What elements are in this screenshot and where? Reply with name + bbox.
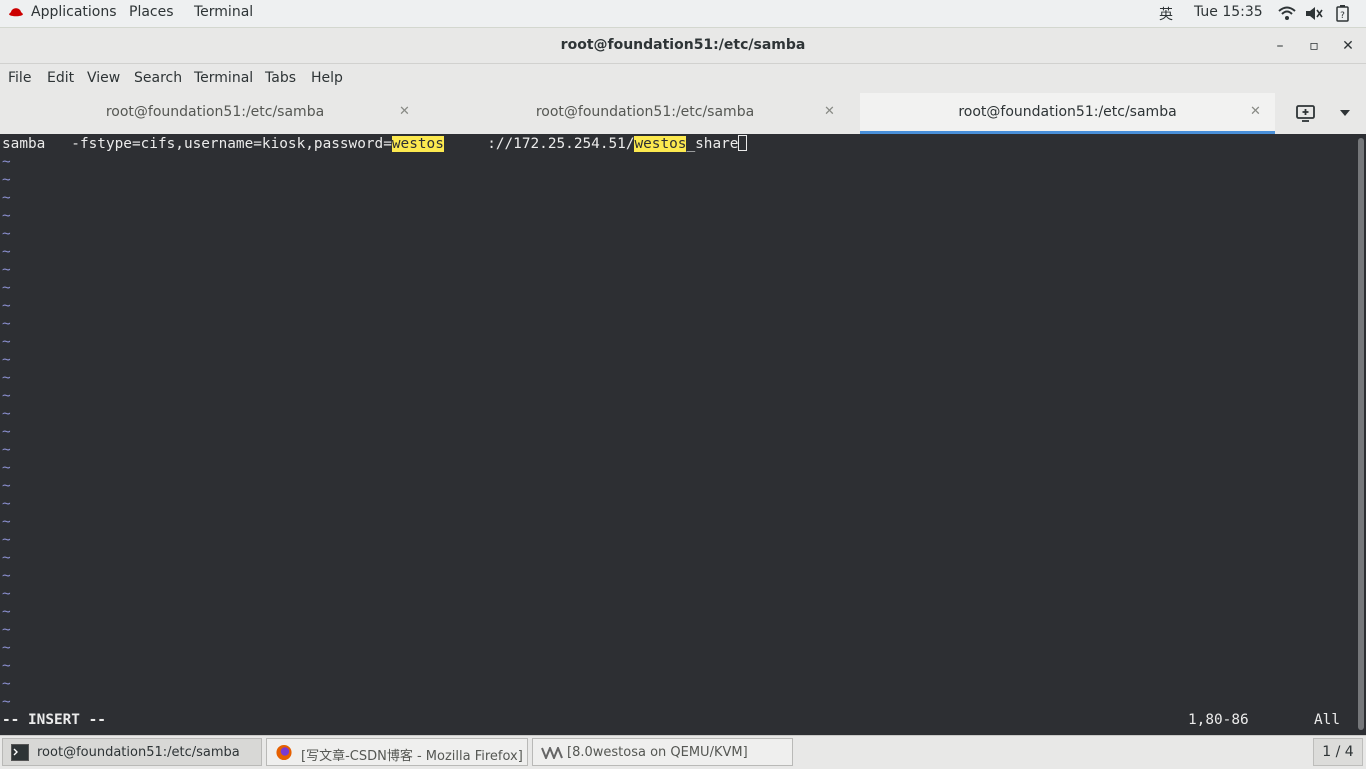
tab-close-icon[interactable]: ✕: [1250, 104, 1261, 119]
scroll-position: All: [1314, 712, 1340, 728]
tilde-marker: ~: [2, 694, 11, 710]
vim-mode-indicator: -- INSERT --: [2, 712, 106, 728]
search-highlight: westos: [634, 136, 687, 152]
menu-file[interactable]: File: [8, 70, 31, 86]
tab-3[interactable]: root@foundation51:/etc/samba ✕: [860, 93, 1275, 134]
tilde-marker: ~: [2, 460, 11, 476]
tilde-marker: ~: [2, 568, 11, 584]
tilde-marker: ~: [2, 496, 11, 512]
menu-tabs[interactable]: Tabs: [265, 70, 296, 86]
wifi-icon[interactable]: [1278, 6, 1296, 21]
tilde-marker: ~: [2, 316, 11, 332]
tilde-marker: ~: [2, 658, 11, 674]
tilde-marker: ~: [2, 262, 11, 278]
search-highlight: westos: [391, 136, 444, 152]
tilde-marker: ~: [2, 298, 11, 314]
applications-menu[interactable]: Applications: [31, 4, 117, 20]
taskbar-item-vm[interactable]: [8.0westosa on QEMU/KVM]: [532, 738, 793, 766]
tilde-marker: ~: [2, 406, 11, 422]
tilde-marker: ~: [2, 334, 11, 350]
tilde-marker: ~: [2, 208, 11, 224]
places-menu[interactable]: Places: [129, 4, 174, 20]
terminal-view[interactable]: samba -fstype=cifs,username=kiosk,passwo…: [0, 134, 1356, 735]
tab-label: root@foundation51:/etc/samba: [105, 104, 325, 120]
editor-line-1: samba -fstype=cifs,username=kiosk,passwo…: [2, 135, 748, 153]
window-title: root@foundation51:/etc/samba: [560, 37, 806, 53]
tab-close-icon[interactable]: ✕: [824, 104, 835, 119]
terminal-icon: [11, 744, 29, 761]
taskbar-item-firefox[interactable]: [写文章-CSDN博客 - Mozilla Firefox]: [266, 738, 528, 766]
menu-help[interactable]: Help: [311, 70, 343, 86]
firefox-icon: [276, 744, 292, 761]
tab-bar: root@foundation51:/etc/samba ✕ root@foun…: [0, 93, 1366, 135]
tilde-marker: ~: [2, 676, 11, 692]
virt-manager-icon: [541, 747, 563, 759]
close-window-button[interactable]: ✕: [1340, 38, 1356, 54]
bottom-taskbar: root@foundation51:/etc/samba [写文章-CSDN博客…: [0, 735, 1366, 769]
tilde-marker: ~: [2, 640, 11, 656]
clock[interactable]: Tue 15:35: [1194, 4, 1263, 20]
tilde-marker: ~: [2, 550, 11, 566]
tilde-marker: ~: [2, 226, 11, 242]
text-cursor: [738, 135, 748, 151]
tilde-marker: ~: [2, 622, 11, 638]
menu-edit[interactable]: Edit: [47, 70, 74, 86]
workspace-pager[interactable]: 1 / 4: [1313, 738, 1363, 766]
taskbar-item-terminal[interactable]: root@foundation51:/etc/samba: [2, 738, 262, 766]
volume-muted-icon[interactable]: [1305, 6, 1323, 21]
svg-text:?: ?: [1340, 11, 1345, 21]
window-titlebar[interactable]: root@foundation51:/etc/samba – ▫ ✕: [0, 28, 1366, 64]
scrollbar-thumb[interactable]: [1358, 138, 1364, 730]
tilde-marker: ~: [2, 478, 11, 494]
line-text: ://172.25.254.51/: [443, 136, 635, 152]
terminal-app-menu[interactable]: Terminal: [194, 4, 253, 20]
taskbar-label: [8.0westosa on QEMU/KVM]: [567, 745, 748, 760]
battery-unknown-icon[interactable]: ?: [1336, 5, 1349, 22]
tilde-marker: ~: [2, 370, 11, 386]
tilde-marker: ~: [2, 352, 11, 368]
new-tab-icon[interactable]: [1296, 105, 1315, 122]
redhat-logo-icon: [9, 8, 23, 17]
tilde-marker: ~: [2, 586, 11, 602]
menu-view[interactable]: View: [87, 70, 120, 86]
menu-search[interactable]: Search: [134, 70, 182, 86]
tilde-marker: ~: [2, 280, 11, 296]
tilde-marker: ~: [2, 388, 11, 404]
menubar: File Edit View Search Terminal Tabs Help: [0, 64, 1366, 93]
tab-close-icon[interactable]: ✕: [399, 104, 410, 119]
input-method-indicator[interactable]: 英: [1159, 4, 1173, 24]
minimize-button[interactable]: –: [1272, 38, 1288, 54]
tab-1[interactable]: root@foundation51:/etc/samba ✕: [0, 93, 430, 134]
tab-list-dropdown-icon[interactable]: [1339, 109, 1351, 117]
tilde-marker: ~: [2, 604, 11, 620]
tilde-marker: ~: [2, 190, 11, 206]
tilde-marker: ~: [2, 172, 11, 188]
scrollbar[interactable]: [1356, 134, 1366, 735]
menu-terminal[interactable]: Terminal: [194, 70, 253, 86]
line-text: _share: [686, 136, 739, 152]
maximize-button[interactable]: ▫: [1306, 38, 1322, 54]
tab-2[interactable]: root@foundation51:/etc/samba ✕: [430, 93, 860, 134]
tilde-marker: ~: [2, 154, 11, 170]
cursor-position: 1,80-86: [1188, 712, 1249, 728]
line-text: samba -fstype=cifs,username=kiosk,passwo…: [2, 136, 392, 152]
tab-label: root@foundation51:/etc/samba: [958, 104, 1177, 120]
tilde-marker: ~: [2, 532, 11, 548]
tilde-marker: ~: [2, 424, 11, 440]
tilde-marker: ~: [2, 442, 11, 458]
tab-label: root@foundation51:/etc/samba: [535, 104, 755, 120]
top-panel: Applications Places Terminal 英 Tue 15:35…: [0, 0, 1366, 28]
tilde-marker: ~: [2, 244, 11, 260]
taskbar-label: root@foundation51:/etc/samba: [37, 745, 240, 760]
taskbar-label: [写文章-CSDN博客 - Mozilla Firefox]: [301, 749, 523, 764]
tilde-marker: ~: [2, 514, 11, 530]
